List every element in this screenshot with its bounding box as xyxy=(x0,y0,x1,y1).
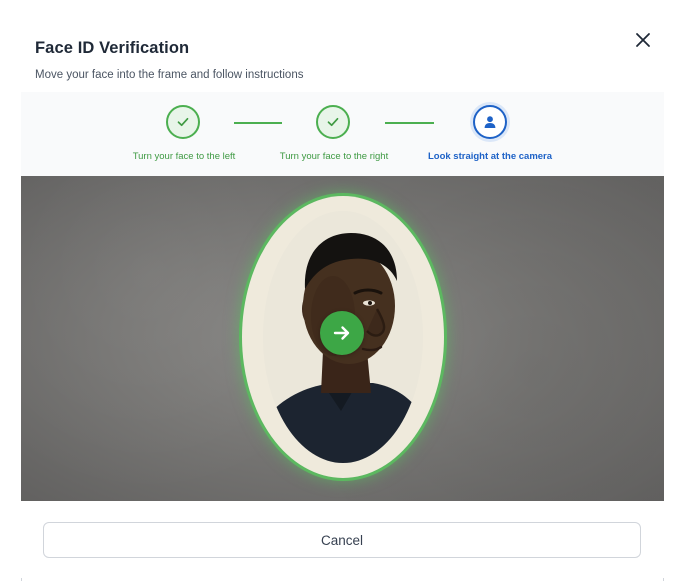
person-icon xyxy=(484,116,496,128)
cancel-button[interactable]: Cancel xyxy=(43,522,641,558)
close-icon xyxy=(636,33,650,47)
camera-preview xyxy=(21,176,664,501)
divider-mark-right xyxy=(663,578,664,581)
step-connector-1 xyxy=(234,122,282,124)
step-3-indicator xyxy=(473,105,507,139)
step-3-label: Look straight at the camera xyxy=(427,151,553,162)
divider-mark-left xyxy=(21,578,22,581)
check-icon xyxy=(327,117,339,127)
modal-title: Face ID Verification xyxy=(35,39,190,57)
check-icon xyxy=(177,117,189,127)
arrow-right-icon xyxy=(333,326,350,340)
step-2-label: Turn your face to the right xyxy=(279,151,389,162)
modal-subtitle: Move your face into the frame and follow… xyxy=(35,69,304,81)
step-1-label: Turn your face to the left xyxy=(132,151,236,162)
step-2-indicator xyxy=(316,105,350,139)
step-1-indicator xyxy=(166,105,200,139)
face-id-modal: Face ID Verification Move your face into… xyxy=(0,0,689,586)
step-connector-2 xyxy=(385,122,434,124)
direction-indicator xyxy=(320,311,364,355)
verification-stepper: Turn your face to the left Turn your fac… xyxy=(21,92,664,176)
close-button[interactable] xyxy=(632,29,654,51)
